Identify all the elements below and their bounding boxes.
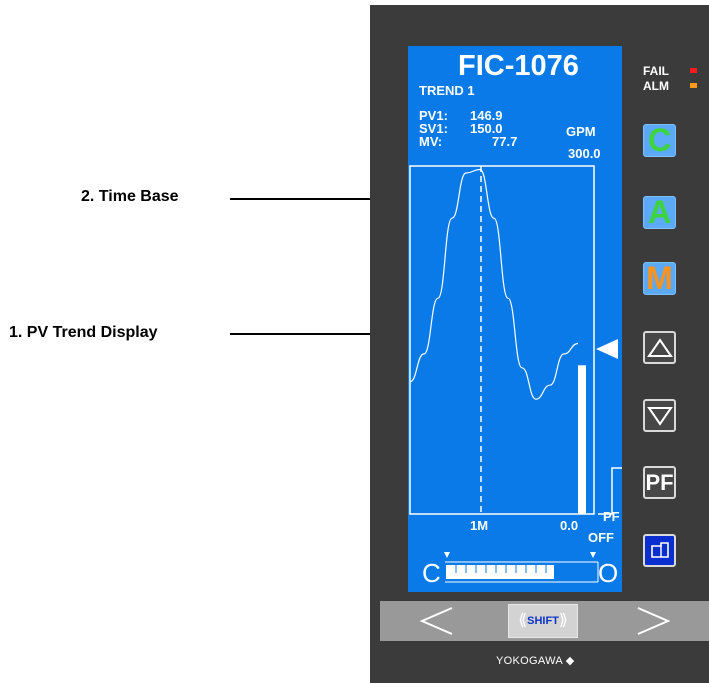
pv-trend-curve (409, 168, 579, 400)
down-button[interactable] (643, 399, 676, 432)
fail-lamp-icon (690, 68, 697, 73)
valve-open-marker-icon (590, 552, 596, 558)
trend-frame (409, 165, 595, 515)
alm-label: ALM (643, 79, 669, 93)
auto-mode-button[interactable]: A (643, 194, 676, 230)
valve-closed-marker-icon (444, 552, 450, 558)
time-base-annotation-label: 2. Time Base (81, 188, 179, 205)
trend-graphics (409, 165, 622, 583)
left-arrow-button[interactable] (418, 604, 456, 638)
page-button[interactable] (643, 534, 676, 567)
pf-bracket (598, 467, 622, 515)
cascade-mode-label: C (647, 122, 672, 158)
mv-bar (578, 365, 586, 514)
shift-right-chevron-icon: ⟫ (558, 612, 568, 629)
manual-mode-label: M (646, 260, 673, 296)
up-button[interactable] (643, 331, 676, 364)
pf-button-label: PF (645, 469, 674, 495)
pf-button[interactable]: PF (643, 466, 676, 499)
right-arrow-button[interactable] (634, 604, 672, 638)
manual-mode-button[interactable]: M (643, 260, 676, 296)
triangle-down-icon (646, 406, 673, 426)
alm-lamp-icon (690, 83, 697, 88)
shift-left-chevron-icon: ⟪ (518, 612, 528, 629)
shift-label: SHIFT (527, 615, 559, 627)
brand-logo: YOKOGAWA ◆ (496, 655, 575, 667)
sv-pointer-icon (596, 339, 618, 359)
triangle-up-icon (646, 337, 673, 357)
auto-mode-label: A (647, 194, 672, 230)
pv-trend-annotation-label: 1. PV Trend Display (9, 324, 158, 341)
fail-label: FAIL (643, 64, 669, 78)
page-icon (650, 541, 669, 558)
mv-output-bar (446, 565, 554, 579)
shift-button[interactable]: ⟪ SHIFT ⟫ (508, 604, 578, 638)
cascade-mode-button[interactable]: C (643, 122, 676, 158)
